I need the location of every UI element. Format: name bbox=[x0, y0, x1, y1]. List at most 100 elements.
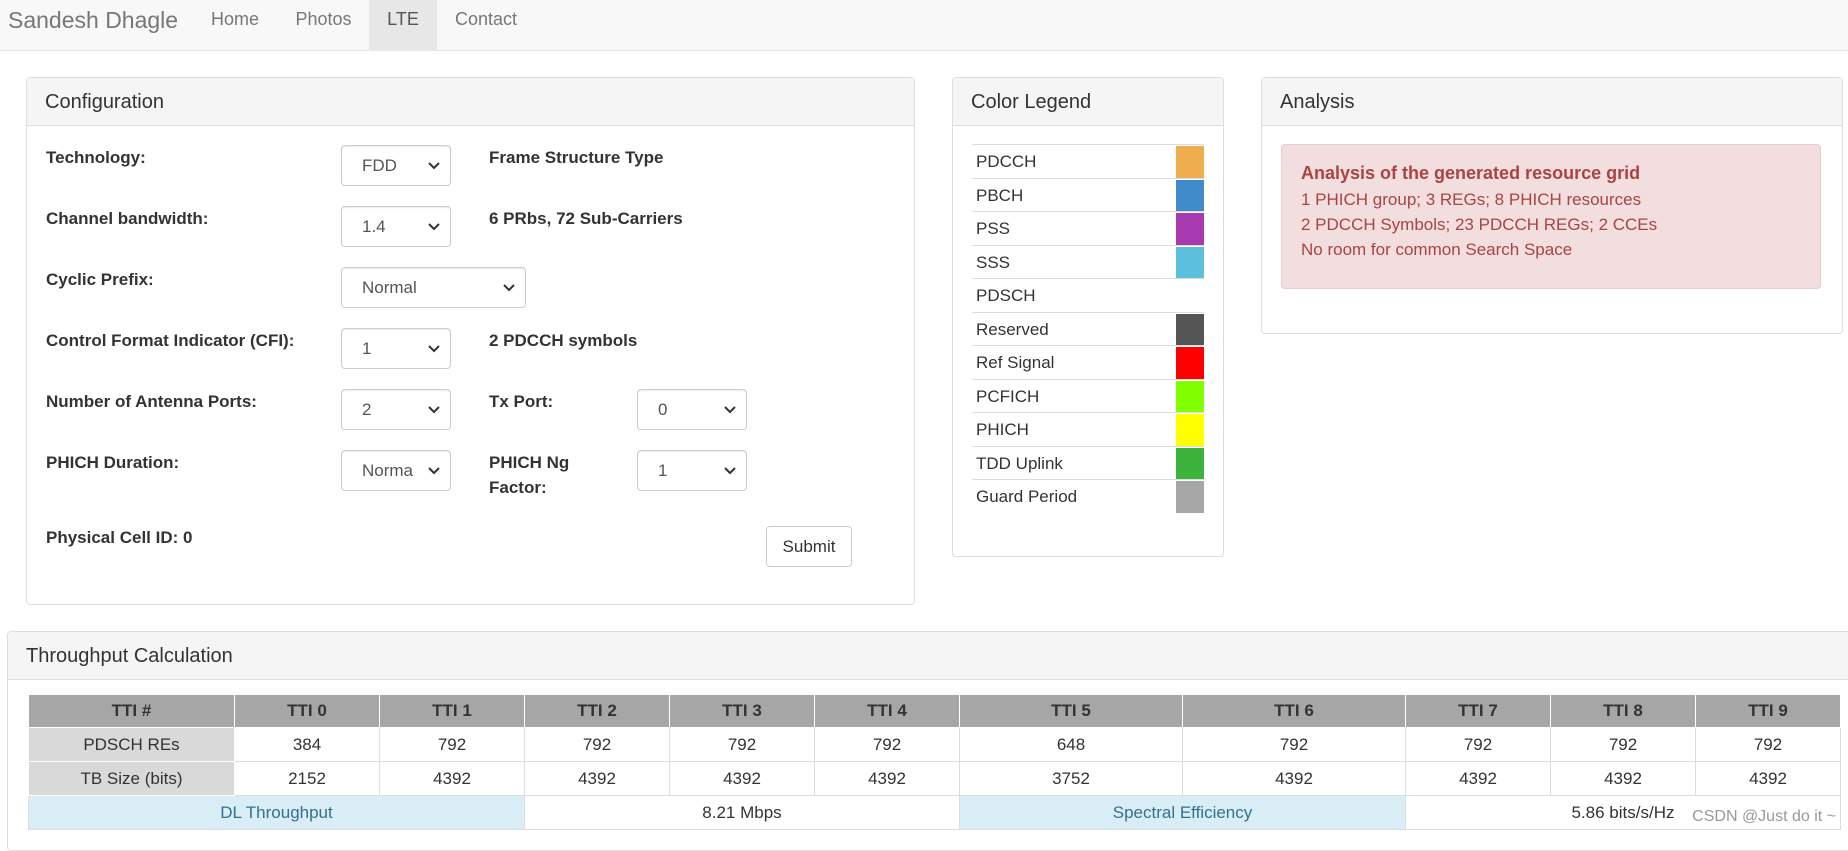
column-header: TTI 5 bbox=[959, 694, 1183, 728]
column-header: TTI 2 bbox=[524, 694, 670, 728]
dl-throughput-value: 8.21 Mbps bbox=[524, 795, 960, 830]
bandwidth-label: Channel bandwidth: bbox=[46, 209, 209, 228]
antenna-ports-value: 2 bbox=[362, 400, 372, 419]
configuration-title: Configuration bbox=[27, 78, 914, 126]
phich-ng-label-line2: Factor: bbox=[489, 478, 547, 497]
analysis-line: No room for common Search Space bbox=[1301, 240, 1573, 259]
table-cell: 3752 bbox=[959, 761, 1183, 796]
bandwidth-select[interactable]: 1.4 bbox=[341, 206, 451, 247]
chevron-down-icon bbox=[428, 390, 440, 429]
antenna-ports-select[interactable]: 2 bbox=[341, 389, 451, 430]
legend-item: Reserved bbox=[972, 312, 1204, 346]
table-cell: 4392 bbox=[1695, 761, 1841, 796]
tx-port-select[interactable]: 0 bbox=[637, 389, 747, 430]
phich-duration-select[interactable]: Norma bbox=[341, 450, 451, 491]
table-cell: 792 bbox=[1405, 727, 1551, 762]
table-cell: 792 bbox=[669, 727, 815, 762]
legend-item-label: PSS bbox=[976, 219, 1011, 238]
legend-item-label: PDCCH bbox=[976, 152, 1037, 171]
color-legend-title: Color Legend bbox=[953, 78, 1223, 126]
table-row: TB Size (bits) 2152 4392 4392 4392 4392 … bbox=[28, 761, 1841, 796]
cyclic-prefix-select[interactable]: Normal bbox=[341, 267, 526, 308]
table-row: PDSCH REs 384 792 792 792 792 648 792 79… bbox=[28, 727, 1841, 762]
phich-ng-label-line1: PHICH Ng bbox=[489, 453, 570, 472]
legend-item-label: SSS bbox=[976, 253, 1011, 272]
nav-home[interactable]: Home bbox=[192, 0, 278, 51]
technology-value: FDD bbox=[362, 156, 397, 175]
color-legend-panel: Color Legend PDCCH PBCH PSS SSS PDSCH Re… bbox=[952, 77, 1224, 557]
nav-lte[interactable]: LTE bbox=[369, 0, 437, 51]
table-cell: 792 bbox=[524, 727, 670, 762]
legend-item: Ref Signal bbox=[972, 345, 1204, 379]
cfi-value: 1 bbox=[362, 339, 372, 358]
legend-swatch bbox=[1176, 280, 1204, 312]
analysis-title: Analysis bbox=[1262, 78, 1842, 126]
legend-swatch bbox=[1176, 314, 1204, 346]
column-header: TTI 1 bbox=[379, 694, 525, 728]
phich-duration-value: Norma bbox=[362, 461, 414, 480]
tx-port-label: Tx Port: bbox=[489, 392, 554, 411]
nav-contact[interactable]: Contact bbox=[437, 0, 535, 51]
legend-item: PCFICH bbox=[972, 379, 1204, 413]
column-header: TTI # bbox=[28, 694, 235, 728]
analysis-line: 2 PDCCH Symbols; 23 PDCCH REGs; 2 CCEs bbox=[1301, 215, 1658, 234]
table-cell: 2152 bbox=[234, 761, 380, 796]
legend-swatch bbox=[1176, 448, 1204, 480]
watermark: CSDN @Just do it ~ bbox=[1692, 808, 1836, 825]
column-header: TTI 3 bbox=[669, 694, 815, 728]
submit-button[interactable]: Submit bbox=[766, 526, 852, 567]
legend-item-label: PBCH bbox=[976, 186, 1024, 205]
column-header: TTI 0 bbox=[234, 694, 380, 728]
legend-swatch bbox=[1176, 347, 1204, 379]
configuration-panel: Configuration Technology: FDD Frame Stru… bbox=[26, 77, 915, 605]
navbar: Sandesh Dhagle Home Photos LTE Contact bbox=[0, 0, 1848, 51]
throughput-title: Throughput Calculation bbox=[8, 632, 1848, 680]
technology-select[interactable]: FDD bbox=[341, 145, 451, 186]
chevron-down-icon bbox=[428, 207, 440, 246]
technology-label: Technology: bbox=[46, 148, 146, 167]
table-header-row: TTI # TTI 0 TTI 1 TTI 2 TTI 3 TTI 4 TTI … bbox=[28, 694, 1841, 728]
legend-swatch bbox=[1176, 414, 1204, 446]
analysis-alert: Analysis of the generated resource grid … bbox=[1281, 144, 1821, 289]
frame-structure-note: Frame Structure Type bbox=[489, 148, 664, 167]
cyclic-prefix-label: Cyclic Prefix: bbox=[46, 270, 154, 289]
cfi-label: Control Format Indicator (CFI): bbox=[46, 331, 295, 350]
table-cell: 4392 bbox=[1550, 761, 1696, 796]
phich-ng-value: 1 bbox=[658, 461, 668, 480]
spectral-efficiency-label: Spectral Efficiency bbox=[959, 795, 1406, 830]
table-cell: 4392 bbox=[379, 761, 525, 796]
legend-item: TDD Uplink bbox=[972, 446, 1204, 480]
table-cell: 4392 bbox=[669, 761, 815, 796]
table-cell: 4392 bbox=[1405, 761, 1551, 796]
throughput-table: TTI # TTI 0 TTI 1 TTI 2 TTI 3 TTI 4 TTI … bbox=[28, 694, 1841, 830]
legend-item-label: Reserved bbox=[976, 320, 1049, 339]
legend-item-label: TDD Uplink bbox=[976, 454, 1063, 473]
nav-photos[interactable]: Photos bbox=[278, 0, 369, 51]
column-header: TTI 7 bbox=[1405, 694, 1551, 728]
legend-item-label: PDSCH bbox=[976, 286, 1036, 305]
table-cell: 792 bbox=[1695, 727, 1841, 762]
legend-item: PSS bbox=[972, 211, 1204, 245]
summary-row: DL Throughput 8.21 Mbps Spectral Efficie… bbox=[28, 795, 1841, 830]
table-cell: 792 bbox=[1550, 727, 1696, 762]
column-header: TTI 8 bbox=[1550, 694, 1696, 728]
throughput-panel: Throughput Calculation TTI # TTI 0 TTI 1… bbox=[7, 631, 1848, 851]
brand[interactable]: Sandesh Dhagle bbox=[8, 7, 178, 34]
column-header: TTI 4 bbox=[814, 694, 960, 728]
legend-item: SSS bbox=[972, 245, 1204, 279]
phich-ng-select[interactable]: 1 bbox=[637, 450, 747, 491]
chevron-down-icon bbox=[428, 451, 440, 490]
cfi-select[interactable]: 1 bbox=[341, 328, 451, 369]
legend-item: PHICH bbox=[972, 412, 1204, 446]
table-cell: 792 bbox=[1182, 727, 1406, 762]
legend-item-label: PHICH bbox=[976, 420, 1029, 439]
analysis-line: 1 PHICH group; 3 REGs; 8 PHICH resources bbox=[1301, 190, 1642, 209]
table-cell: 648 bbox=[959, 727, 1183, 762]
legend-item-label: PCFICH bbox=[976, 387, 1040, 406]
table-cell: 792 bbox=[814, 727, 960, 762]
chevron-down-icon bbox=[724, 451, 736, 490]
row-header: PDSCH REs bbox=[28, 727, 235, 762]
chevron-down-icon bbox=[724, 390, 736, 429]
legend-swatch bbox=[1176, 146, 1204, 178]
legend-swatch bbox=[1176, 381, 1204, 413]
